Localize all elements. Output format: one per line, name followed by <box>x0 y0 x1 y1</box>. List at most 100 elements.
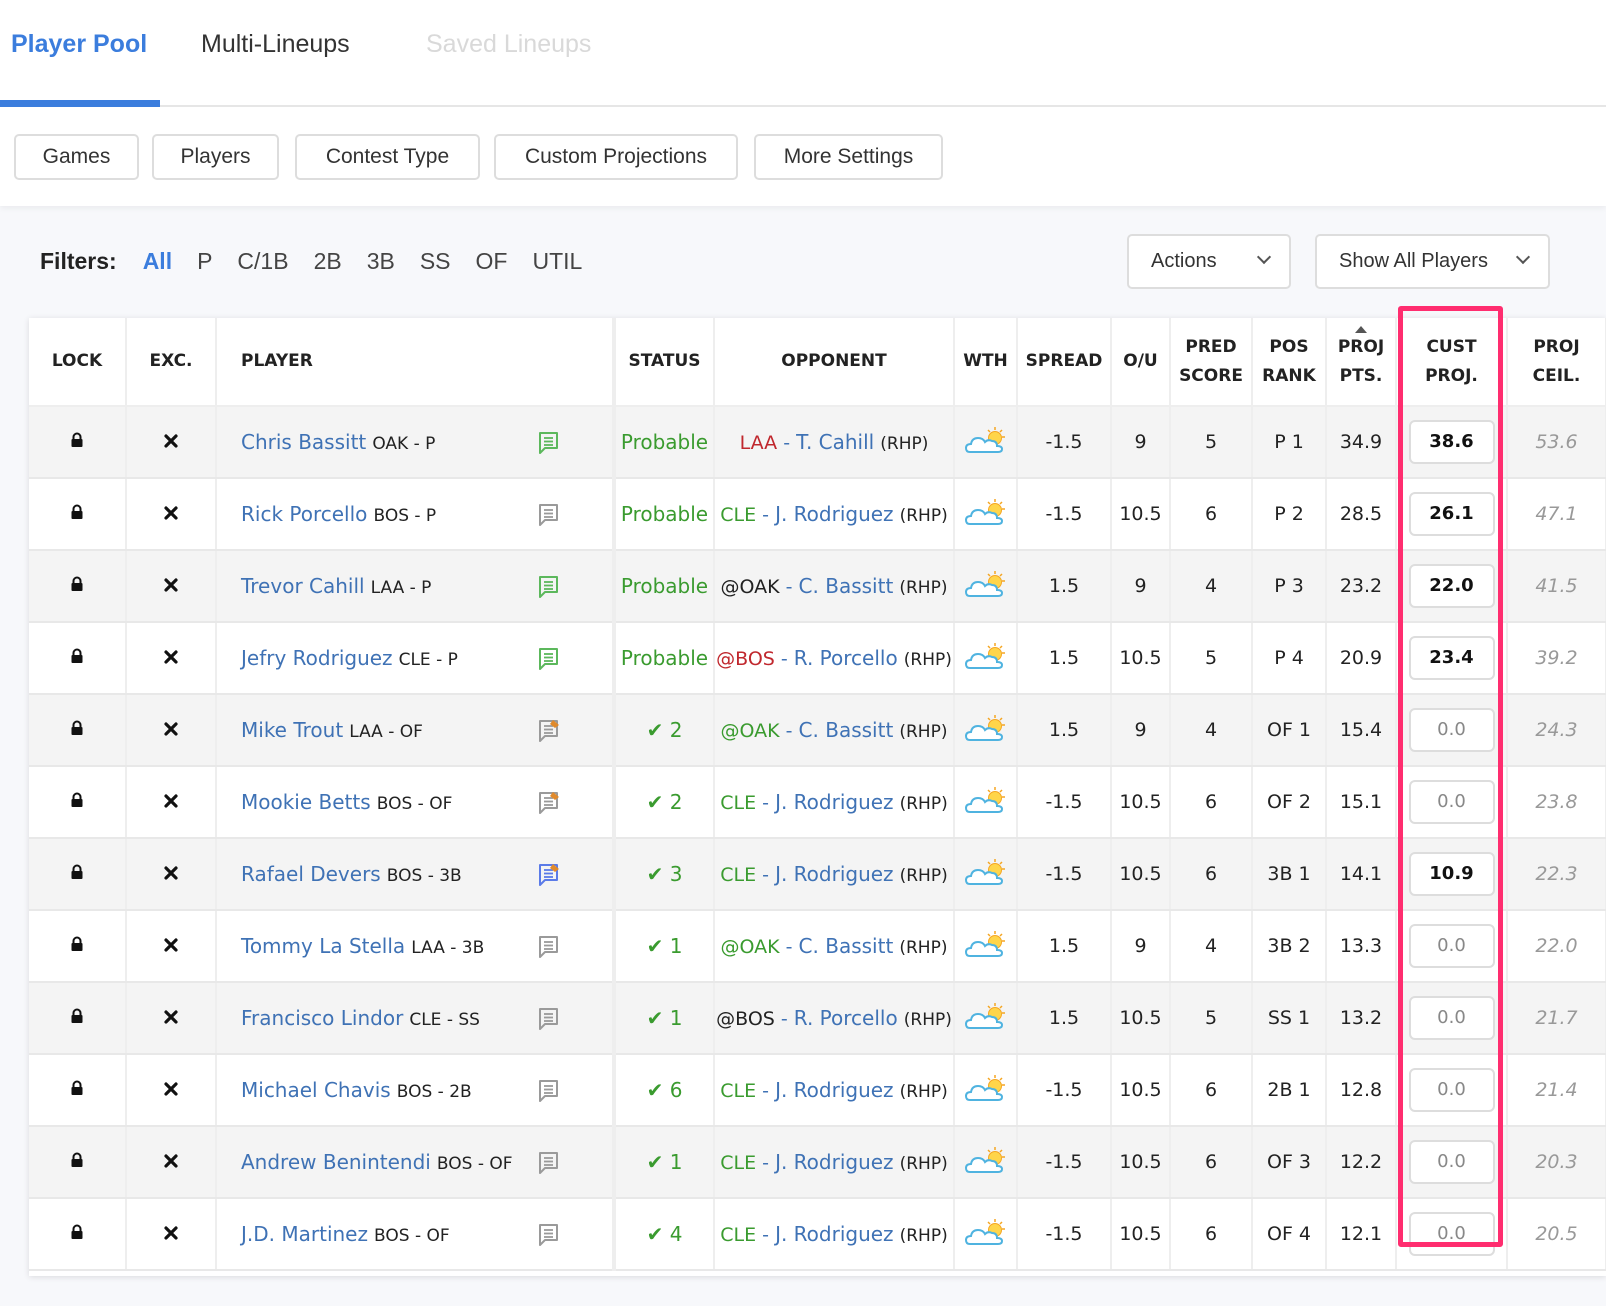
custom-projection-input[interactable]: 0.0 <box>1408 1212 1495 1256</box>
players-button[interactable]: Players <box>152 134 279 180</box>
lock-icon[interactable] <box>70 864 84 880</box>
partly-cloudy-icon[interactable] <box>964 1145 1008 1175</box>
custom-projection-input[interactable]: 10.9 <box>1408 852 1495 896</box>
player-note-icon[interactable] <box>538 719 560 743</box>
more-settings-button[interactable]: More Settings <box>754 134 943 180</box>
partly-cloudy-icon[interactable] <box>964 713 1008 743</box>
partly-cloudy-icon[interactable] <box>964 569 1008 599</box>
actions-dropdown[interactable]: Actions <box>1127 234 1291 289</box>
player-note-icon[interactable] <box>538 1007 560 1031</box>
player-name-link[interactable]: Mike Trout <box>241 718 343 742</box>
header-pos-rank[interactable]: POS RANK <box>1252 318 1327 407</box>
player-note-icon[interactable] <box>538 935 560 959</box>
player-note-icon[interactable] <box>538 431 560 455</box>
lock-icon[interactable] <box>70 1008 84 1024</box>
close-icon[interactable] <box>164 866 178 880</box>
player-name-link[interactable]: Rafael Devers <box>241 862 381 886</box>
header-opponent[interactable]: OPPONENT <box>714 318 955 407</box>
header-cust-proj[interactable]: CUST PROJ. <box>1396 318 1508 407</box>
player-name-link[interactable]: Jefry Rodriguez <box>241 646 393 670</box>
opponent-pitcher-link[interactable]: J. Rodriguez <box>775 1222 894 1246</box>
custom-projection-input[interactable]: 0.0 <box>1408 996 1495 1040</box>
header-spread[interactable]: SPREAD <box>1017 318 1112 407</box>
close-icon[interactable] <box>164 506 178 520</box>
games-button[interactable]: Games <box>14 134 139 180</box>
partly-cloudy-icon[interactable] <box>964 497 1008 527</box>
player-name-link[interactable]: Andrew Benintendi <box>241 1150 431 1174</box>
filter-2b[interactable]: 2B <box>314 248 342 275</box>
tab-saved-lineups[interactable]: Saved Lineups <box>426 24 591 64</box>
filter-p[interactable]: P <box>197 248 212 275</box>
opponent-pitcher-link[interactable]: T. Cahill <box>796 430 874 454</box>
player-note-icon[interactable] <box>538 863 560 887</box>
player-note-icon[interactable] <box>538 1223 560 1247</box>
lock-icon[interactable] <box>70 720 84 736</box>
custom-projection-input[interactable]: 0.0 <box>1408 1068 1495 1112</box>
close-icon[interactable] <box>164 1010 178 1024</box>
close-icon[interactable] <box>164 1226 178 1240</box>
partly-cloudy-icon[interactable] <box>964 1001 1008 1031</box>
custom-projection-input[interactable]: 0.0 <box>1408 1140 1495 1184</box>
opponent-pitcher-link[interactable]: J. Rodriguez <box>775 1150 894 1174</box>
lock-icon[interactable] <box>70 936 84 952</box>
opponent-pitcher-link[interactable]: C. Bassitt <box>799 718 894 742</box>
header-exc[interactable]: EXC. <box>126 318 217 407</box>
contest-type-button[interactable]: Contest Type <box>295 134 480 180</box>
partly-cloudy-icon[interactable] <box>964 857 1008 887</box>
player-note-icon[interactable] <box>538 503 560 527</box>
header-status[interactable]: STATUS <box>612 318 715 407</box>
header-player[interactable]: PLAYER <box>216 318 615 407</box>
partly-cloudy-icon[interactable] <box>964 425 1008 455</box>
tab-multi-lineups[interactable]: Multi-Lineups <box>201 24 350 64</box>
close-icon[interactable] <box>164 938 178 952</box>
custom-projection-input[interactable]: 0.0 <box>1408 780 1495 824</box>
filter-c-1b[interactable]: C/1B <box>237 248 288 275</box>
player-name-link[interactable]: Mookie Betts <box>241 790 371 814</box>
custom-projection-input[interactable]: 26.1 <box>1408 492 1495 536</box>
player-name-link[interactable]: Chris Bassitt <box>241 430 366 454</box>
partly-cloudy-icon[interactable] <box>964 1073 1008 1103</box>
lock-icon[interactable] <box>70 1080 84 1096</box>
header-proj-pts[interactable]: PROJ PTS. <box>1326 318 1397 407</box>
header-ou[interactable]: O/U <box>1111 318 1171 407</box>
filter-ss[interactable]: SS <box>420 248 451 275</box>
header-pred-score[interactable]: PRED SCORE <box>1170 318 1253 407</box>
player-name-link[interactable]: Tommy La Stella <box>241 934 405 958</box>
close-icon[interactable] <box>164 650 178 664</box>
custom-projection-input[interactable]: 0.0 <box>1408 924 1495 968</box>
opponent-pitcher-link[interactable]: J. Rodriguez <box>775 502 894 526</box>
opponent-pitcher-link[interactable]: J. Rodriguez <box>775 1078 894 1102</box>
partly-cloudy-icon[interactable] <box>964 641 1008 671</box>
opponent-pitcher-link[interactable]: C. Bassitt <box>799 934 894 958</box>
player-name-link[interactable]: J.D. Martinez <box>241 1222 368 1246</box>
lock-icon[interactable] <box>70 648 84 664</box>
close-icon[interactable] <box>164 578 178 592</box>
lock-icon[interactable] <box>70 504 84 520</box>
opponent-pitcher-link[interactable]: R. Porcello <box>794 646 898 670</box>
opponent-pitcher-link[interactable]: R. Porcello <box>794 1006 898 1030</box>
close-icon[interactable] <box>164 1082 178 1096</box>
custom-projection-input[interactable]: 22.0 <box>1408 564 1495 608</box>
custom-projection-input[interactable]: 0.0 <box>1408 708 1495 752</box>
filter-3b[interactable]: 3B <box>367 248 395 275</box>
filter-util[interactable]: UTIL <box>532 248 582 275</box>
close-icon[interactable] <box>164 434 178 448</box>
lock-icon[interactable] <box>70 432 84 448</box>
custom-projection-input[interactable]: 23.4 <box>1408 636 1495 680</box>
player-note-icon[interactable] <box>538 1151 560 1175</box>
custom-projections-button[interactable]: Custom Projections <box>494 134 738 180</box>
partly-cloudy-icon[interactable] <box>964 785 1008 815</box>
opponent-pitcher-link[interactable]: J. Rodriguez <box>775 862 894 886</box>
show-players-dropdown[interactable]: Show All Players <box>1315 234 1550 289</box>
header-wth[interactable]: WTH <box>954 318 1018 407</box>
tab-player-pool[interactable]: Player Pool <box>11 24 147 64</box>
player-name-link[interactable]: Michael Chavis <box>241 1078 391 1102</box>
lock-icon[interactable] <box>70 576 84 592</box>
close-icon[interactable] <box>164 722 178 736</box>
player-name-link[interactable]: Francisco Lindor <box>241 1006 403 1030</box>
close-icon[interactable] <box>164 1154 178 1168</box>
header-lock[interactable]: LOCK <box>29 318 127 407</box>
lock-icon[interactable] <box>70 1152 84 1168</box>
lock-icon[interactable] <box>70 792 84 808</box>
filter-all[interactable]: All <box>143 248 172 275</box>
